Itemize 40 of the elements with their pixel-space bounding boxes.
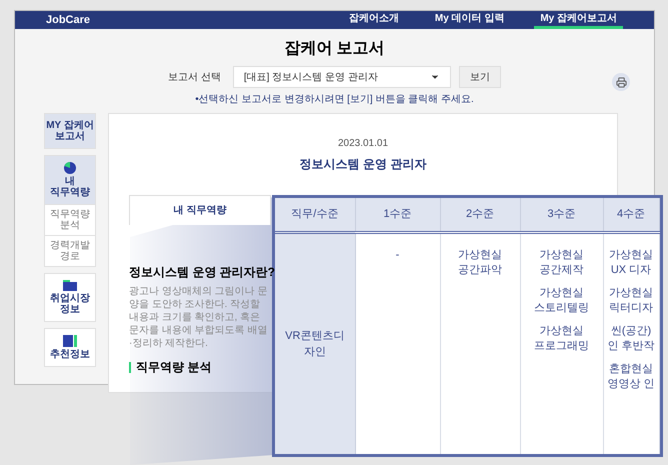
sidebar-item[interactable]: MY 잡케어 보고서 xyxy=(44,113,96,149)
column-header: 1수준 xyxy=(355,198,440,232)
sidebar-item[interactable]: 내 직무역량 xyxy=(44,155,96,205)
select-label: 보고서 선택 xyxy=(168,70,221,84)
book-icon xyxy=(63,335,77,347)
skill-item: 가상현실 릭터디자 xyxy=(608,286,654,316)
section-heading: 정보시스템 운영 관리자란? xyxy=(129,264,275,281)
report-date: 2023.01.01 xyxy=(338,137,388,151)
column-header: 2수준 xyxy=(440,198,520,232)
nav-link[interactable]: My 데이터 입력 xyxy=(428,11,510,29)
sidebar-subitem[interactable]: 경력개발 경로 xyxy=(44,236,96,267)
report-title: 정보시스템 운영 관리자 xyxy=(300,156,426,173)
sidebar-item[interactable]: 취업시장 정보 xyxy=(44,273,96,322)
skill-item: 가상현실 스토리텔링 xyxy=(533,286,590,316)
instruction-note: •선택하신 보고서로 변경하시려면 [보기] 버튼을 클릭해 주세요. xyxy=(195,93,474,107)
report-tab[interactable]: 내 직무역량 xyxy=(129,195,271,225)
nav-link[interactable]: My 잡케어보고서 xyxy=(534,11,623,29)
printer-icon xyxy=(616,76,626,88)
skill-item: 가상현실 공간제작 xyxy=(538,248,584,278)
column-header: 3수준 xyxy=(520,198,603,232)
skill-item: 가상현실 UX 디자 xyxy=(608,248,654,278)
report-dropdown[interactable]: [대표] 정보시스템 운영 관리자 xyxy=(232,66,451,88)
print-button[interactable] xyxy=(612,73,630,91)
skill-item: 가상현실 공간파악 xyxy=(457,248,503,278)
folder-icon xyxy=(63,280,77,291)
pie-chart-icon xyxy=(64,162,76,174)
job-cell: VR콘텐츠디자인 xyxy=(275,232,355,454)
skill-item: - xyxy=(394,248,400,262)
sidebar-item[interactable]: 추천정보 xyxy=(44,328,96,367)
description-text: 광고나 영상매체의 그림이나 문양을 도안하 조사한다. 작성할 내용과 크기를 확인하고, 혹은 문자를 내용에 부합되도록 배열·정리하 제작한다. xyxy=(129,285,268,350)
skill-item: 가상현실 프로그래밍 xyxy=(533,324,590,354)
nav-link[interactable]: 잡케어소개 xyxy=(342,11,405,29)
view-button[interactable]: 보기 xyxy=(458,66,501,88)
column-header: 4수준 xyxy=(603,198,659,232)
skill-item: 혼합현실 영영상 인 xyxy=(606,362,656,392)
subsection-heading: 직무역량 분석 xyxy=(136,359,212,376)
logo[interactable]: JobCare xyxy=(46,12,90,28)
skill-item: 씬(공간) 인 후반작 xyxy=(606,324,656,354)
sidebar-subitem[interactable]: 직무역량 분석 xyxy=(44,205,96,236)
page-title: 잡케어 보고서 xyxy=(284,39,385,59)
